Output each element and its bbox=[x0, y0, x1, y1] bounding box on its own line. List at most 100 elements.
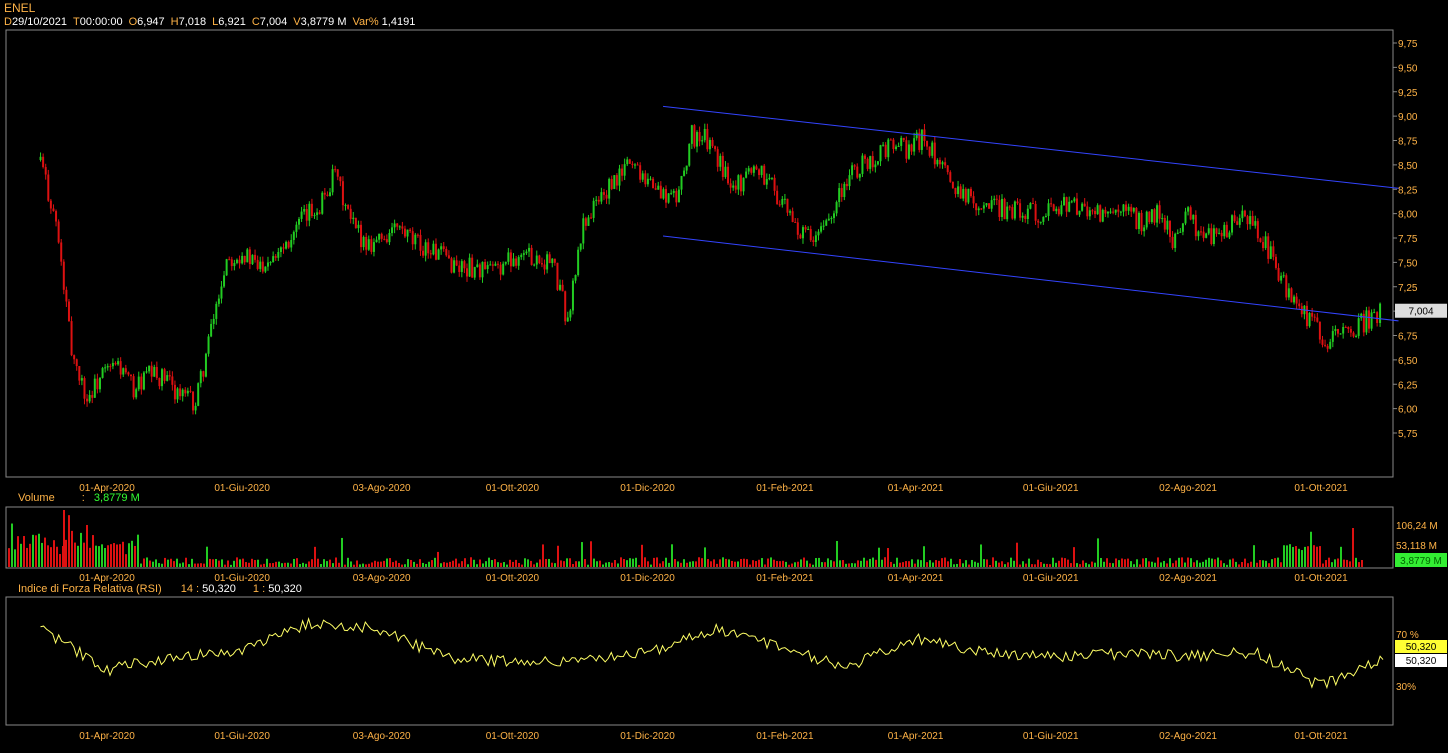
candle-body bbox=[1081, 203, 1084, 211]
volume-bar bbox=[527, 559, 529, 567]
volume-bar bbox=[680, 562, 682, 567]
rsi-line bbox=[40, 617, 1384, 690]
candle-body bbox=[931, 142, 934, 156]
candle-body bbox=[1060, 205, 1063, 215]
volume-bar bbox=[857, 560, 859, 567]
volume-bar bbox=[503, 562, 505, 567]
candle-body bbox=[522, 253, 525, 255]
volume-bar bbox=[632, 558, 634, 567]
candle-body bbox=[1231, 215, 1234, 233]
candle-body bbox=[910, 144, 913, 152]
volume-bar bbox=[881, 559, 883, 567]
volume-bar bbox=[1124, 559, 1126, 567]
volume-bar bbox=[938, 560, 940, 567]
candle-body bbox=[1161, 217, 1164, 219]
volume-bar bbox=[1346, 559, 1348, 567]
volume-bar bbox=[605, 562, 607, 567]
volume-bar bbox=[1307, 546, 1309, 567]
candle-body bbox=[980, 208, 983, 210]
volume-bar bbox=[401, 564, 403, 567]
candle-body bbox=[1070, 201, 1073, 203]
candle-body bbox=[667, 193, 670, 203]
candle-body bbox=[760, 165, 763, 176]
candle-body bbox=[509, 252, 512, 267]
price-tick-label: 8,50 bbox=[1398, 161, 1418, 172]
candle-body bbox=[1287, 288, 1290, 298]
candle-body bbox=[752, 166, 755, 173]
volume-bar bbox=[443, 562, 445, 567]
volume-bar bbox=[392, 562, 394, 567]
candle-body bbox=[1011, 207, 1014, 219]
volume-bar bbox=[734, 561, 736, 567]
candle-body bbox=[1086, 206, 1089, 217]
candle-body bbox=[954, 187, 957, 195]
candle-body bbox=[889, 139, 892, 141]
candle-body bbox=[1101, 209, 1104, 222]
candle-body bbox=[716, 149, 719, 167]
volume-bar bbox=[1259, 560, 1261, 567]
volume-bar bbox=[848, 563, 850, 567]
volume-bar bbox=[1040, 562, 1042, 567]
candle-body bbox=[104, 367, 107, 369]
candle-body bbox=[67, 301, 70, 322]
candle-body bbox=[1241, 210, 1244, 219]
volume-bar bbox=[308, 561, 310, 567]
candle-body bbox=[184, 389, 187, 394]
candle-body bbox=[372, 242, 375, 252]
candle-body bbox=[49, 200, 52, 209]
candle-body bbox=[680, 175, 683, 190]
volume-bar bbox=[758, 559, 760, 567]
volume-bar bbox=[512, 561, 514, 567]
price-chart[interactable]: 9,75 9,50 9,25 9,00 8,75 8,50 8,25 8,00 7,75 7,50… bbox=[0, 0, 1448, 753]
candle-body bbox=[548, 254, 551, 264]
candle-body bbox=[1021, 215, 1024, 218]
volume-bar bbox=[338, 562, 340, 567]
volume-bar bbox=[455, 558, 457, 567]
candle-body bbox=[525, 251, 528, 254]
candle-body bbox=[1039, 221, 1042, 223]
candle-body bbox=[959, 186, 962, 199]
rsi-period1: 14 bbox=[180, 583, 193, 595]
candle-body bbox=[1171, 236, 1174, 248]
candle-body bbox=[199, 371, 202, 384]
candle-body bbox=[566, 317, 569, 322]
candle-body bbox=[711, 139, 714, 147]
candle-body bbox=[1057, 208, 1060, 215]
volume-bar bbox=[1325, 560, 1327, 567]
candle-body bbox=[251, 254, 254, 265]
volume-bar bbox=[236, 557, 238, 567]
date-label: 03-Ago-2020 bbox=[353, 731, 411, 742]
volume-bar bbox=[332, 563, 334, 567]
volume-bar bbox=[1286, 545, 1288, 567]
candle-body bbox=[442, 246, 445, 249]
candle-body bbox=[489, 264, 492, 266]
volume-bar bbox=[761, 558, 763, 567]
volume-bar bbox=[179, 563, 181, 567]
volume-bar bbox=[56, 546, 58, 567]
candle-body bbox=[1063, 197, 1066, 206]
volume-bar bbox=[728, 559, 730, 567]
candle-body bbox=[106, 366, 109, 368]
candle-body bbox=[238, 259, 241, 264]
volume-bar bbox=[809, 563, 811, 567]
candle-body bbox=[1024, 215, 1027, 219]
volume-bar bbox=[518, 563, 520, 567]
candle-body bbox=[114, 362, 117, 365]
candle-body bbox=[967, 188, 970, 203]
candle-body bbox=[739, 175, 742, 192]
volume-bar bbox=[602, 564, 604, 567]
candle-body bbox=[1174, 233, 1177, 248]
candle-body bbox=[763, 165, 766, 185]
candle-body bbox=[600, 192, 603, 202]
candle-body bbox=[186, 390, 189, 394]
volume-bar bbox=[1187, 557, 1189, 567]
candle-body bbox=[124, 368, 127, 373]
volume-bar bbox=[614, 560, 616, 567]
volume-bar bbox=[1322, 563, 1324, 567]
rsi-period2: 1 bbox=[252, 583, 260, 595]
date-label: 01-Apr-2020 bbox=[79, 731, 135, 742]
volume-bar bbox=[173, 561, 175, 567]
candle-body bbox=[1073, 198, 1076, 202]
candle-body bbox=[168, 375, 171, 377]
volume-bar bbox=[752, 560, 754, 567]
